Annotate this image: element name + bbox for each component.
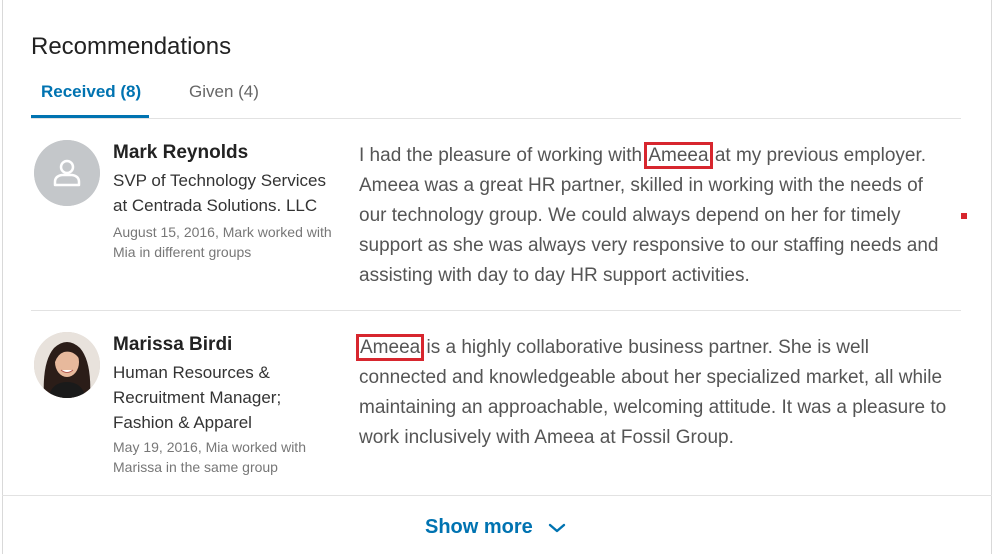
recommendation-meta: August 15, 2016, Mark worked with Mia in… (113, 224, 332, 260)
recommendation-meta: May 19, 2016, Mia worked with Marissa in… (113, 439, 306, 475)
recommender-headline: SVP of Technology Services at Centrada S… (113, 171, 326, 215)
recommendation-text: Ameea is a highly collaborative business… (355, 333, 949, 453)
recommender-name[interactable]: Marissa Birdi (113, 334, 232, 356)
annotation-marker (961, 213, 967, 219)
recommendation-item: Mark Reynolds SVP of Technology Services… (31, 138, 961, 311)
highlighted-name: Ameea (355, 334, 425, 361)
profile-photo (34, 332, 100, 398)
section-title: Recommendations (31, 33, 232, 60)
tab-given[interactable]: Given (4) (187, 80, 277, 117)
avatar[interactable] (34, 140, 100, 206)
recommendation-text: I had the pleasure of working with Ameea… (359, 141, 949, 291)
highlighted-name: Ameea (644, 142, 713, 169)
recommendation-text-after: is a highly collaborative business partn… (359, 337, 947, 448)
recommendation-text-before: I had the pleasure of working with (359, 145, 648, 166)
recommender-name[interactable]: Mark Reynolds (113, 142, 248, 164)
recommender-headline: Human Resources & Recruitment Manager; F… (113, 363, 282, 432)
chevron-down-icon (549, 523, 566, 532)
show-more-bar: Show more (2, 495, 992, 554)
show-more-label: Show more (425, 516, 533, 538)
show-more-button[interactable]: Show more (425, 516, 566, 539)
recommendation-item: Marissa Birdi Human Resources & Recruitm… (31, 330, 961, 480)
tab-received[interactable]: Received (8) (31, 80, 149, 118)
recommendation-tabs: Received (8) Given (4) (31, 80, 961, 119)
avatar[interactable] (34, 332, 100, 398)
recommendation-text-after: at my previous employer. Ameea was a gre… (359, 145, 939, 286)
person-placeholder-icon (34, 140, 100, 206)
